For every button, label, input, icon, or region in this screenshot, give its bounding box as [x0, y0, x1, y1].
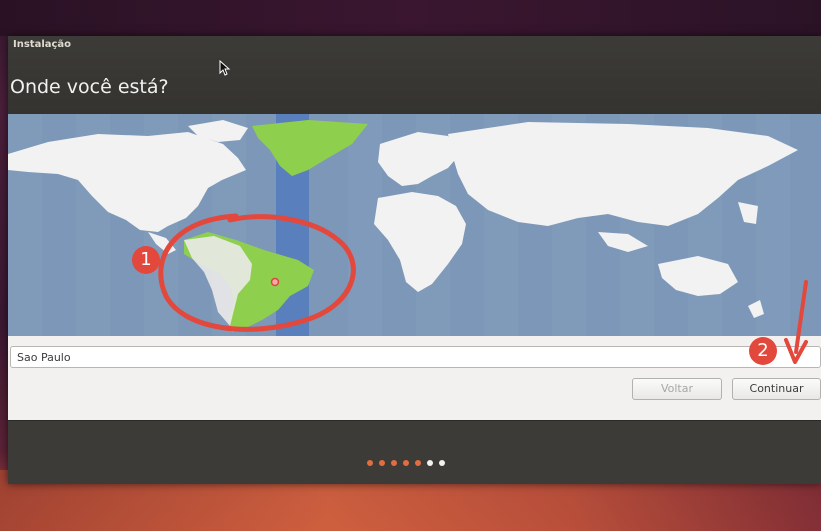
window-title: Instalação [13, 39, 72, 50]
installer-header: Instalação Onde você está? [8, 36, 821, 114]
desktop-top-strip [0, 0, 821, 36]
world-map-graphic [8, 114, 821, 336]
progress-dot-done [391, 460, 397, 466]
progress-dot-done [403, 460, 409, 466]
progress-dot-done [367, 460, 373, 466]
progress-dot-pending [439, 460, 445, 466]
timezone-location-input[interactable] [10, 346, 821, 368]
progress-dot-pending [427, 460, 433, 466]
annotation-badge-1: 1 [132, 246, 160, 274]
step-progress-indicator [367, 451, 451, 466]
location-section: Voltar Continuar [8, 336, 821, 420]
back-button[interactable]: Voltar [632, 378, 722, 400]
progress-footer [8, 420, 821, 484]
continue-button[interactable]: Continuar [732, 378, 821, 400]
location-pin-icon [270, 277, 280, 287]
progress-dot-done [379, 460, 385, 466]
page-heading: Onde você está? [10, 76, 169, 98]
timezone-map[interactable] [8, 114, 821, 336]
annotation-badge-2: 2 [749, 337, 777, 365]
mouse-cursor-icon [219, 60, 231, 76]
installer-window: Instalação Onde você está? Sao Paulo Vol… [8, 36, 821, 484]
progress-dot-done [415, 460, 421, 466]
footer-divider [8, 420, 821, 421]
